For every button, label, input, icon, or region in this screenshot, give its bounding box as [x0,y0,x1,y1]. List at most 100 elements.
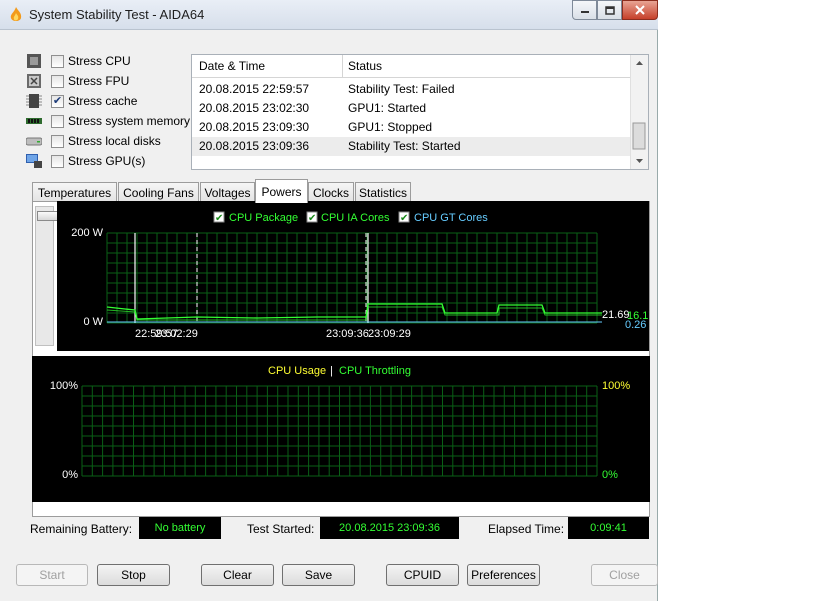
check-icon: ✔ [308,213,316,224]
stress-memory-option[interactable]: Stress system memory [26,112,190,130]
check-icon: ✔ [400,213,408,224]
stress-cpu-label: Stress CPU [68,54,131,68]
log-row[interactable]: 20.08.2015 23:09:30 GPU1: Stopped [192,118,632,137]
close-window-button[interactable] [622,0,658,20]
power-y-bottom-label: 0 W [83,316,103,328]
stress-fpu-label: Stress FPU [68,74,130,88]
battery-value: No battery [139,517,221,539]
clear-button[interactable]: Clear [201,564,274,586]
minimize-button[interactable] [572,0,597,20]
elapsed-time-value-text: 0:09:41 [590,522,627,534]
disk-icon [26,137,42,146]
column-status[interactable]: Status [348,59,382,73]
cpu-usage-chart: CPU Usage | CPU Throttling 100% 0% 100% … [32,356,650,502]
usage-y-top-right: 100% [602,380,630,392]
stress-disks-option[interactable]: Stress local disks [26,132,161,150]
legend-cpu-ia-label: CPU IA Cores [321,212,390,224]
test-started-label: Test Started: [247,522,315,536]
stress-gpu-label: Stress GPU(s) [68,154,146,168]
elapsed-time-label: Elapsed Time: [488,522,565,536]
legend-separator: | [330,365,333,377]
preferences-button[interactable]: Preferences [467,564,540,586]
usage-y-top-left: 100% [50,380,78,392]
tab-statistics[interactable]: Statistics [355,182,411,202]
stop-button[interactable]: Stop [97,564,170,586]
maximize-icon [604,5,615,15]
cpu-icon [27,54,41,68]
preferences-button-label: Preferences [471,568,536,582]
stress-cpu-option[interactable]: Stress CPU [26,52,131,70]
maximize-button[interactable] [597,0,622,20]
legend-cpu-gt-label: CPU GT Cores [414,212,488,224]
scroll-thumb[interactable] [632,122,646,150]
usage-y-bottom-right: 0% [602,469,618,481]
log-status: Stability Test: Started [348,139,461,153]
usage-chart-background [32,356,650,502]
log-status: Stability Test: Failed [348,82,455,96]
stress-memory-checkbox[interactable] [51,114,64,128]
scroll-down-icon[interactable] [636,159,643,163]
column-date-time[interactable]: Date & Time [199,59,265,73]
battery-value-text: No battery [154,522,206,534]
cpuid-button[interactable]: CPUID [386,564,459,586]
power-chart: ✔ CPU Package ✔ CPU IA Cores ✔ CPU GT Co… [57,201,649,351]
log-row[interactable]: 20.08.2015 23:09:36 Stability Test: Star… [192,137,632,156]
aida64-flame-icon [10,7,22,21]
elapsed-time-value: 0:09:41 [568,517,649,539]
legend-cpu-throttling: CPU Throttling [339,365,411,377]
stress-cache-option[interactable]: ✔ Stress cache [26,92,137,110]
close-icon [635,5,645,15]
usage-y-bottom-left: 0% [62,469,78,481]
stress-gpu-checkbox[interactable] [51,154,64,168]
log-datetime: 20.08.2015 23:09:36 [199,139,310,153]
aida64-window: System Stability Test - AIDA64 Stress CP… [0,0,658,601]
tab-label: Voltages [204,185,251,200]
close-button-label: Close [609,568,640,582]
tab-powers[interactable]: Powers [255,179,308,203]
gpu-icon [26,154,42,168]
stress-cache-label: Stress cache [68,94,138,108]
tab-label: Clocks [312,185,349,200]
marker-time-label: 23:09:29 [368,328,411,340]
cpu-gt-value: 0.26 [625,319,646,331]
scrollbar-graphic [632,61,646,163]
scroll-up-icon[interactable] [636,61,643,65]
log-status: GPU1: Started [348,101,427,115]
check-icon: ✔ [215,213,223,224]
log-row[interactable]: 20.08.2015 22:59:57 Stability Test: Fail… [192,80,632,99]
stress-fpu-checkbox[interactable] [51,74,64,88]
window-title: System Stability Test - AIDA64 [29,7,205,22]
stress-cpu-checkbox[interactable] [51,54,64,68]
start-button[interactable]: Start [16,564,88,586]
save-button[interactable]: Save [282,564,355,586]
power-legend: ✔ CPU Package ✔ CPU IA Cores ✔ CPU GT Co… [213,211,488,224]
log-header: Date & Time Status [192,55,632,78]
chart-scale-slider[interactable] [35,206,58,346]
tab-label: Powers [261,184,302,199]
tab-clocks[interactable]: Clocks [308,182,354,202]
event-log-list[interactable]: Date & Time Status 20.08.2015 22:59:57 S… [191,54,649,170]
tab-cooling-fans[interactable]: Cooling Fans [118,182,199,202]
power-y-top-label: 200 W [71,227,103,239]
slider-thumb[interactable] [37,211,58,221]
stress-fpu-option[interactable]: Stress FPU [26,72,129,90]
log-scrollbar[interactable] [630,55,648,169]
minimize-icon [580,11,589,13]
stress-disks-checkbox[interactable] [51,134,64,148]
tab-label: Temperatures [37,185,112,200]
start-button-label: Start [39,568,65,582]
tab-label: Statistics [358,185,407,200]
marker-time-label: 23:09:36 [326,328,369,340]
log-datetime: 20.08.2015 23:02:30 [199,101,310,115]
cache-icon [26,94,42,108]
stress-cache-checkbox[interactable]: ✔ [51,94,64,108]
close-button[interactable]: Close [591,564,658,586]
stress-gpu-option[interactable]: Stress GPU(s) [26,152,145,170]
marker-time-label: 23:02:29 [155,328,198,340]
cpuid-button-label: CPUID [403,568,442,582]
tab-temperatures[interactable]: Temperatures [32,182,117,202]
log-row[interactable]: 20.08.2015 23:02:30 GPU1: Started [192,99,632,118]
tab-voltages[interactable]: Voltages [200,182,255,202]
title-bar[interactable]: System Stability Test - AIDA64 [0,0,658,30]
log-status: GPU1: Stopped [348,120,433,134]
